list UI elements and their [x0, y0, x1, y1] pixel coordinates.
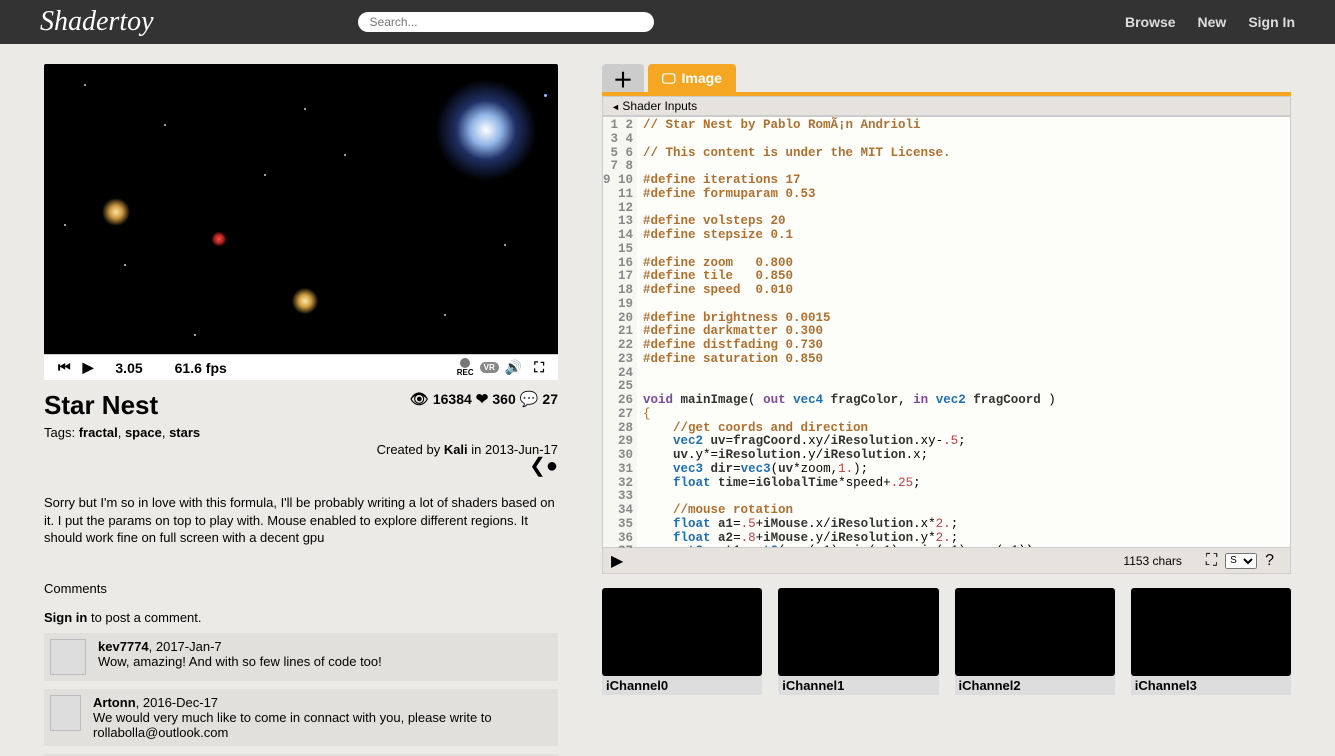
shader-preview[interactable]	[44, 64, 558, 354]
char-count: 1153 chars	[1123, 554, 1197, 568]
ichannel1-label: iChannel1	[778, 676, 938, 695]
play-button[interactable]: ▶	[77, 359, 100, 376]
comment-body: Wow, amazing! And with so few lines of c…	[98, 654, 382, 669]
playback-time: 3.05	[99, 360, 158, 376]
tab-image[interactable]: 🖵 Image	[648, 64, 736, 92]
nav-new[interactable]: New	[1198, 14, 1227, 30]
editor-fullscreen-button[interactable]: ⛶	[1198, 552, 1225, 570]
signin-prompt: Sign in to post a comment.	[44, 610, 558, 625]
record-button[interactable]: REC	[451, 358, 480, 377]
ichannel3-label: iChannel3	[1131, 676, 1291, 695]
playback-fps: 61.6 fps	[159, 360, 243, 376]
shader-stats: 👁 16384 ❤ 360 💬 27	[410, 390, 558, 408]
likes-count: 360	[492, 391, 515, 407]
tags-row: Tags: fractal, space, stars	[44, 425, 558, 440]
tag-link[interactable]: stars	[169, 425, 200, 440]
compile-button[interactable]: ▶	[611, 551, 631, 571]
ichannel2-label: iChannel2	[955, 676, 1115, 695]
font-size-select[interactable]: S	[1225, 553, 1257, 569]
views-icon: 👁	[410, 390, 429, 408]
vr-button[interactable]: VR	[480, 362, 499, 373]
comments-count: 27	[542, 391, 558, 407]
ichannel3-slot[interactable]	[1131, 588, 1291, 676]
avatar[interactable]	[50, 639, 86, 675]
code-editor[interactable]: 1 2 3 4 5 6 7 8 9 10 11 12 13 14 15 16 1…	[602, 116, 1291, 548]
ichannel0-label: iChannel0	[602, 676, 762, 695]
comments-heading: Comments	[44, 581, 558, 596]
monitor-icon: 🖵	[662, 70, 676, 87]
shader-title: Star Nest	[44, 390, 158, 421]
author-link[interactable]: Kali	[444, 442, 468, 457]
search-input[interactable]	[358, 12, 654, 32]
comment-date: 2016-Dec-17	[143, 695, 218, 710]
tag-link[interactable]: space	[125, 425, 162, 440]
comment: Artonn, 2016-Dec-17 We would very much l…	[44, 689, 558, 746]
editor-footer: ▶ 1153 chars ⛶ S ?	[602, 548, 1291, 574]
shader-description: Sorry but I'm so in love with this formu…	[44, 494, 558, 547]
comment-author[interactable]: kev7774	[98, 639, 149, 654]
likes-icon: ❤	[476, 390, 489, 408]
comment-author[interactable]: Artonn	[93, 695, 136, 710]
ichannel1-slot[interactable]	[778, 588, 938, 676]
comments-icon: 💬	[520, 390, 539, 408]
nav-browse[interactable]: Browse	[1125, 14, 1176, 30]
help-button[interactable]: ?	[1257, 552, 1282, 570]
fullscreen-button[interactable]: ⛶	[528, 359, 550, 376]
top-bar: Shadertoy Browse New Sign In	[0, 0, 1335, 44]
avatar[interactable]	[50, 695, 81, 731]
player-controls: ⏮ ▶ 3.05 61.6 fps REC VR 🔊 ⛶	[44, 354, 558, 380]
comment-date: 2017-Jan-7	[156, 639, 222, 654]
add-tab-button[interactable]: ＋	[602, 64, 644, 92]
ichannel0-slot[interactable]	[602, 588, 762, 676]
shader-inputs-toggle[interactable]: Shader Inputs	[602, 96, 1291, 116]
ichannel2-slot[interactable]	[955, 588, 1115, 676]
logo[interactable]: Shadertoy	[40, 6, 178, 38]
tag-link[interactable]: fractal	[79, 425, 118, 440]
volume-button[interactable]: 🔊	[499, 359, 528, 376]
views-count: 16384	[433, 391, 472, 407]
comment: kev7774, 2017-Jan-7 Wow, amazing! And wi…	[44, 633, 558, 681]
nav-signin[interactable]: Sign In	[1248, 14, 1295, 30]
rewind-button[interactable]: ⏮	[52, 359, 77, 376]
signin-link[interactable]: Sign in	[44, 610, 87, 625]
comment-body: We would very much like to come in conna…	[93, 710, 552, 740]
